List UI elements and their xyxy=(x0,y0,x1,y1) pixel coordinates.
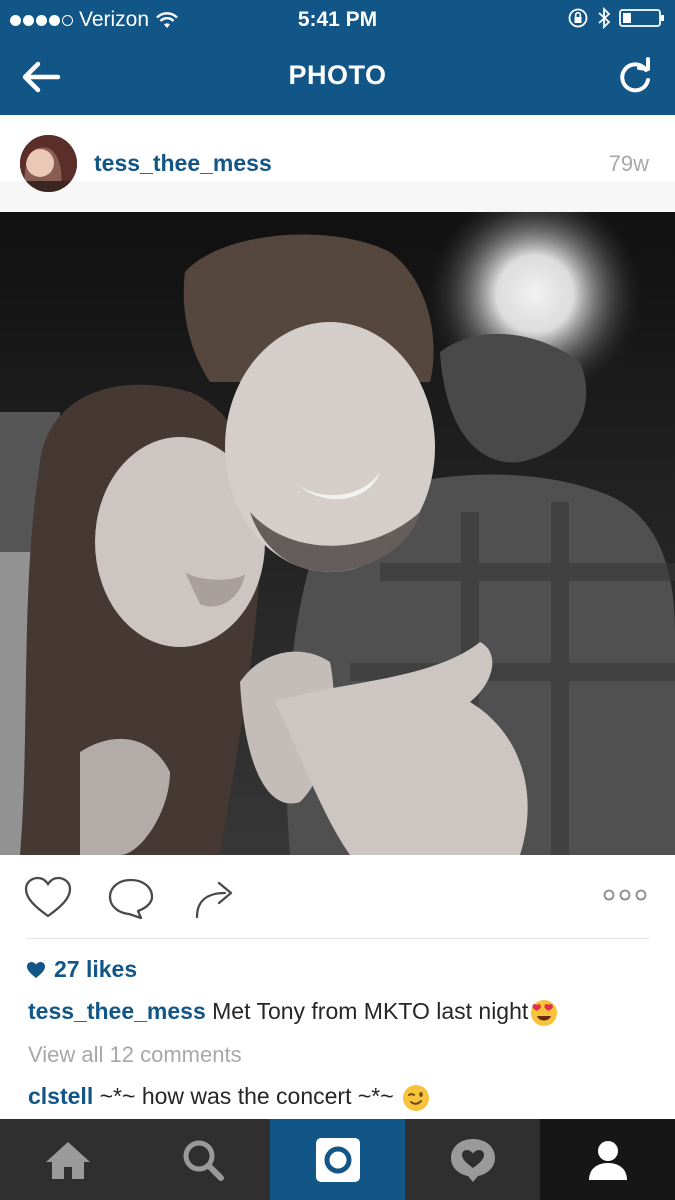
tab-search[interactable] xyxy=(135,1119,270,1200)
caption-username[interactable]: tess_thee_mess xyxy=(28,998,206,1024)
share-icon[interactable] xyxy=(193,877,237,919)
orientation-lock-icon xyxy=(568,8,588,28)
heart-icon[interactable] xyxy=(24,876,72,920)
bluetooth-icon xyxy=(598,6,611,30)
heart-eyes-emoji-icon xyxy=(531,999,558,1026)
heart-filled-icon xyxy=(27,961,45,978)
actions-divider xyxy=(26,938,649,939)
avatar[interactable] xyxy=(20,135,77,192)
tab-activity[interactable] xyxy=(405,1119,540,1200)
camera-icon xyxy=(315,1137,360,1182)
post-header: tess_thee_mess 79w xyxy=(0,115,675,212)
comment-username[interactable]: clstell xyxy=(28,1083,93,1109)
likes-label: 27 likes xyxy=(54,956,138,982)
nav-bar: PHOTO xyxy=(0,40,675,115)
home-icon xyxy=(45,1141,90,1179)
activity-icon xyxy=(450,1138,495,1182)
post-caption: tess_thee_mess Met Tony from MKTO last n… xyxy=(28,998,558,1027)
post-username[interactable]: tess_thee_mess xyxy=(94,150,272,177)
comment-item: clstell ~*~ how was the concert ~*~ xyxy=(28,1083,430,1112)
battery-icon xyxy=(619,9,664,27)
view-all-comments-link[interactable]: View all 12 comments xyxy=(28,1042,242,1068)
tab-profile[interactable] xyxy=(540,1119,675,1200)
tab-bar xyxy=(0,1119,675,1200)
tab-home[interactable] xyxy=(0,1119,135,1200)
comment-icon[interactable] xyxy=(107,877,155,921)
profile-icon xyxy=(588,1140,627,1180)
header-divider xyxy=(0,181,675,212)
status-bar: Verizon 5:41 PM xyxy=(0,0,675,40)
page-title: PHOTO xyxy=(288,60,387,90)
caption-text: Met Tony from MKTO last night xyxy=(212,998,529,1024)
tab-camera[interactable] xyxy=(270,1119,405,1200)
post-photo[interactable] xyxy=(0,212,675,855)
likes-count[interactable]: 27 likes xyxy=(26,956,137,983)
post-actions xyxy=(0,855,675,939)
search-icon xyxy=(183,1140,224,1181)
refresh-icon[interactable] xyxy=(615,56,655,96)
more-options-icon[interactable] xyxy=(602,888,648,902)
post-timestamp: 79w xyxy=(608,151,649,176)
winking-face-emoji-icon xyxy=(403,1084,430,1111)
comment-text: ~*~ how was the concert ~*~ xyxy=(99,1083,394,1109)
